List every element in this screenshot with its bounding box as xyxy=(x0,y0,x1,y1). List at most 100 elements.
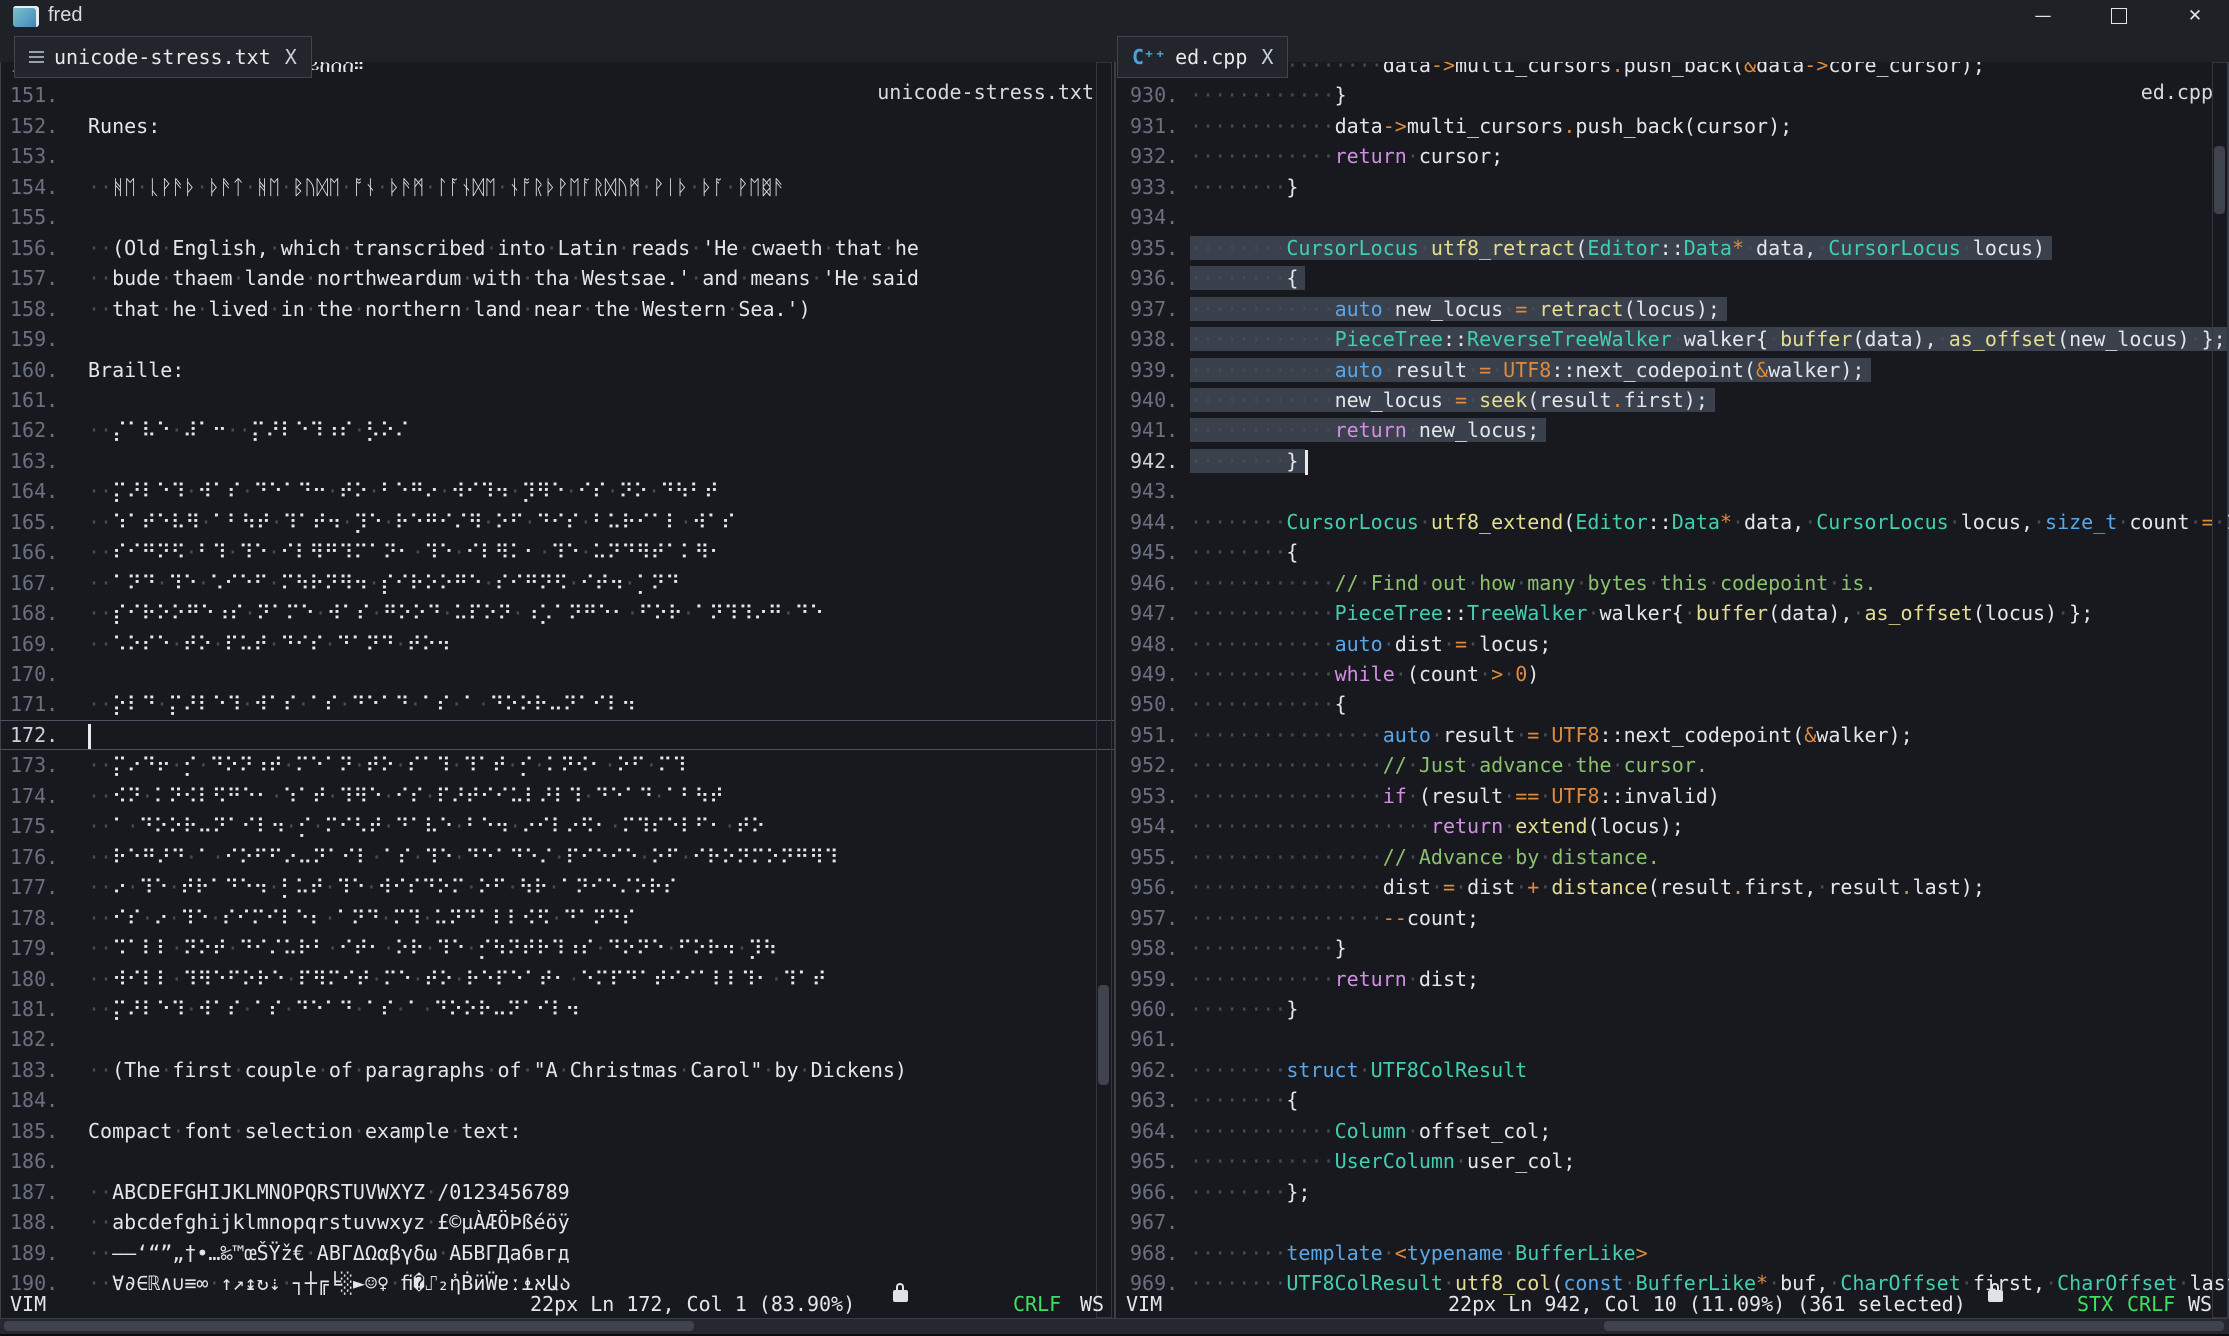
code-line[interactable]: 955.················//·Advance·by·distan… xyxy=(1114,842,2229,872)
eol-indicator[interactable]: CRLF xyxy=(1013,1290,1061,1318)
code-line[interactable]: 949.············while·(count·>·0) xyxy=(1114,659,2229,689)
code-line[interactable]: 957.················--count; xyxy=(1114,903,2229,933)
code-line[interactable]: 166.··⠎⠊⠛⠝⠫·⠃⠹·⠹⠑·⠊⠇⠻⠛⠹⠍⠁⠝⠂·⠹⠑·⠊⠇⠻⠅⠂·⠹⠑·… xyxy=(0,537,1114,567)
code-line[interactable]: 178.··⠊⠎·⠔·⠹⠑·⠎⠊⠍⠊⠇⠑⠆·⠁⠝⠙·⠍⠹·⠥⠝⠙⠁⠇⠇⠪⠫·⠙⠁… xyxy=(0,903,1114,933)
pane-divider[interactable] xyxy=(1114,33,1116,1333)
code-line[interactable]: 156.··(Old·English,·which·transcribed·in… xyxy=(0,233,1114,263)
horizontal-scrollbar-thumb-left[interactable] xyxy=(4,1321,694,1331)
editor-pane-right[interactable]: 929.················data->multi_cursors.… xyxy=(1114,0,2229,1336)
code-line[interactable]: 173.··⡍⠔⠙⠖·⡊·⠙⠕⠝⠰⠞·⠍⠑⠁⠝·⠞⠕·⠎⠁⠹·⠹⠁⠞·⡊·⠅⠝⠪… xyxy=(0,750,1114,780)
code-line[interactable]: 161. xyxy=(0,385,1114,415)
close-button[interactable]: ✕ xyxy=(2172,0,2218,32)
code-line[interactable]: 966.········}; xyxy=(1114,1177,2229,1207)
code-line[interactable]: 186. xyxy=(0,1146,1114,1176)
code-line[interactable]: 954.····················return·extend(lo… xyxy=(1114,811,2229,841)
code-line[interactable]: 956.················dist·=·dist·+·distan… xyxy=(1114,872,2229,902)
code-line[interactable]: 184. xyxy=(0,1085,1114,1115)
code-line[interactable]: 960.········} xyxy=(1114,994,2229,1024)
code-line[interactable]: 162.··⡌⠁⠧⠑·⠼⠁⠒··⡍⠜⠇⠑⠹⠰⠎·⡣⠕⠌ xyxy=(0,415,1114,445)
code-line[interactable]: 155. xyxy=(0,202,1114,232)
code-line[interactable]: 189.··–—‘“”„†•…‰™œŠŸž€·ΑΒΓΔΩαβγδω·АБВГДа… xyxy=(0,1238,1114,1268)
code-line[interactable]: 174.··⠪⠝·⠅⠝⠪⠇⠫⠛⠑⠂·⠱⠁⠞·⠹⠻⠑·⠊⠎·⠏⠜⠞⠊⠊⠥⠇⠜⠇⠹·… xyxy=(0,781,1114,811)
code-line[interactable]: 160.Braille: xyxy=(0,355,1114,385)
code-line[interactable]: 945.········{ xyxy=(1114,537,2229,567)
code-line[interactable]: 165.··⠱⠁⠞⠑⠧⠻·⠁⠃⠳⠞·⠹⠁⠞⠲·⡹⠑·⠗⠑⠛⠊⠌⠻·⠕⠋·⠙⠊⠎·… xyxy=(0,507,1114,537)
line-content: ··⠊⠎·⠔·⠹⠑·⠎⠊⠍⠊⠇⠑⠆·⠁⠝⠙·⠍⠹·⠥⠝⠙⠁⠇⠇⠪⠫·⠙⠁⠝⠙⠎ xyxy=(88,903,1114,933)
code-line[interactable]: 180.··⠺⠊⠇⠇·⠹⠻⠑⠋⠕⠗⠑·⠏⠻⠍⠊⠞·⠍⠑·⠞⠕·⠗⠑⠏⠑⠁⠞⠂·⠑… xyxy=(0,964,1114,994)
code-line[interactable]: 931.············data->multi_cursors.push… xyxy=(1114,111,2229,141)
code-line[interactable]: 962.········struct·UTF8ColResult xyxy=(1114,1055,2229,1085)
code-line[interactable]: 153. xyxy=(0,141,1114,171)
maximize-button[interactable] xyxy=(2096,0,2142,32)
code-line[interactable]: 167.··⠁⠝⠙·⠹⠑·⠡⠊⠑⠋·⠍⠳⠗⠝⠻⠲·⡎⠊⠗⠕⠕⠛⠑·⠎⠊⠛⠝⠫·⠊… xyxy=(0,568,1114,598)
code-line[interactable]: 958.············} xyxy=(1114,933,2229,963)
code-line[interactable]: 932.············return·cursor; xyxy=(1114,141,2229,171)
code-line[interactable]: 939.············auto·result·=·UTF8::next… xyxy=(1114,355,2229,385)
code-line[interactable]: 938.············PieceTree::ReverseTreeWa… xyxy=(1114,324,2229,354)
code-line[interactable]: 935.········CursorLocus·utf8_retract(Edi… xyxy=(1114,233,2229,263)
code-line[interactable]: 950.············{ xyxy=(1114,689,2229,719)
code-line[interactable]: 951.················auto·result·=·UTF8::… xyxy=(1114,720,2229,750)
code-line[interactable]: 934. xyxy=(1114,202,2229,232)
code-line[interactable]: 959.············return·dist; xyxy=(1114,964,2229,994)
vertical-scrollbar-track-right[interactable] xyxy=(2212,62,2228,1318)
tab-ed-cpp[interactable]: C⁺⁺ ed.cpp X xyxy=(1117,36,1288,78)
code-line[interactable]: 176.··⠗⠑⠛⠜⠙·⠁·⠊⠕⠋⠋⠔⠤⠝⠁⠊⠇·⠁⠎·⠹⠑·⠙⠑⠁⠙⠑⠌·⠏⠊… xyxy=(0,842,1114,872)
code-line[interactable]: 937.············auto·new_locus·=·retract… xyxy=(1114,294,2229,324)
eol-indicator[interactable]: CRLF xyxy=(2127,1290,2175,1318)
line-content: ··⠁·⠙⠕⠕⠗⠤⠝⠁⠊⠇⠲·⡊·⠍⠊⠣⠞·⠙⠁⠧⠑·⠃⠑⠲·⠔⠊⠇⠔⠫⠂·⠍⠹… xyxy=(88,811,1114,841)
code-line[interactable]: 940.············new_locus·=·seek(result.… xyxy=(1114,385,2229,415)
code-line[interactable]: 947.············PieceTree::TreeWalker·wa… xyxy=(1114,598,2229,628)
code-line[interactable]: 183.··(The·first·couple·of·paragraphs·of… xyxy=(0,1055,1114,1085)
whitespace-indicator[interactable]: WS xyxy=(1080,1290,1104,1318)
code-line[interactable]: 182. xyxy=(0,1024,1114,1054)
code-line[interactable]: 181.··⡍⠜⠇⠑⠹·⠺⠁⠎·⠁⠎·⠙⠑⠁⠙·⠁⠎·⠁·⠙⠕⠕⠗⠤⠝⠁⠊⠇⠲ xyxy=(0,994,1114,1024)
code-line[interactable]: 941.············return·new_locus; xyxy=(1114,415,2229,445)
code-line[interactable]: 152.Runes: xyxy=(0,111,1114,141)
code-line[interactable]: 159. xyxy=(0,324,1114,354)
code-line[interactable]: 964.············Column·offset_col; xyxy=(1114,1116,2229,1146)
code-line[interactable]: 175.··⠁·⠙⠕⠕⠗⠤⠝⠁⠊⠇⠲·⡊·⠍⠊⠣⠞·⠙⠁⠧⠑·⠃⠑⠲·⠔⠊⠇⠔⠫… xyxy=(0,811,1114,841)
code-line[interactable]: 967. xyxy=(1114,1207,2229,1237)
code-line[interactable]: 171.··⡕⠇⠙·⡍⠜⠇⠑⠹·⠺⠁⠎·⠁⠎·⠙⠑⠁⠙·⠁⠎·⠁·⠙⠕⠕⠗⠤⠝⠁… xyxy=(0,689,1114,719)
code-line[interactable]: 944.········CursorLocus·utf8_extend(Edit… xyxy=(1114,507,2229,537)
code-line[interactable]: 188.··abcdefghijklmnopqrstuvwxyz·£©µÀÆÖÞ… xyxy=(0,1207,1114,1237)
code-line[interactable]: 968.········template·<typename·BufferLik… xyxy=(1114,1238,2229,1268)
code-line[interactable]: 170. xyxy=(0,659,1114,689)
code-line[interactable]: 952.················//·Just·advance·the·… xyxy=(1114,750,2229,780)
code-line[interactable]: 963.········{ xyxy=(1114,1085,2229,1115)
code-line[interactable]: 946.············//·Find·out·how·many·byt… xyxy=(1114,568,2229,598)
code-line[interactable]: 163. xyxy=(0,446,1114,476)
code-line[interactable]: 936.········{ xyxy=(1114,263,2229,293)
code-line[interactable]: 172. xyxy=(0,720,1114,750)
title-bar[interactable]: fred — ✕ xyxy=(0,0,2229,33)
horizontal-scrollbar-thumb-right[interactable] xyxy=(1604,1321,2224,1331)
code-line[interactable]: 164.··⡍⠜⠇⠑⠹·⠺⠁⠎·⠙⠑⠁⠙⠒·⠞⠕·⠃⠑⠛⠔·⠺⠊⠹⠲·⡹⠻⠑·⠊… xyxy=(0,476,1114,506)
code-line[interactable]: 943. xyxy=(1114,476,2229,506)
tab-close-icon[interactable]: X xyxy=(1261,45,1273,69)
code-line[interactable]: 157.··bude·thaem·lande·northweardum·with… xyxy=(0,263,1114,293)
tab-unicode-stress[interactable]: unicode-stress.txt X xyxy=(14,36,312,78)
code-line[interactable]: 953.················if·(result·==·UTF8::… xyxy=(1114,781,2229,811)
vertical-scrollbar-track-left[interactable] xyxy=(1096,62,1112,1318)
whitespace-indicator[interactable]: WS xyxy=(2188,1290,2212,1318)
code-line[interactable]: 942.········} xyxy=(1114,446,2229,476)
code-line[interactable]: 168.··⡎⠊⠗⠕⠕⠛⠑⠰⠎·⠝⠁⠍⠑·⠺⠁⠎·⠛⠕⠕⠙·⠥⠏⠕⠝·⠰⡡⠁⠝⠛… xyxy=(0,598,1114,628)
code-line[interactable]: 185.Compact·font·selection·example·text: xyxy=(0,1116,1114,1146)
tab-close-icon[interactable]: X xyxy=(285,45,297,69)
code-line[interactable]: 948.············auto·dist·=·locus; xyxy=(1114,629,2229,659)
code-line[interactable]: 961. xyxy=(1114,1024,2229,1054)
vertical-scrollbar-thumb-right[interactable] xyxy=(2214,146,2225,214)
code-line[interactable]: 187.··ABCDEFGHIJKLMNOPQRSTUVWXYZ·/012345… xyxy=(0,1177,1114,1207)
code-line[interactable]: 933.········} xyxy=(1114,172,2229,202)
code-line[interactable]: 158.··that·he·lived·in·the·northern·land… xyxy=(0,294,1114,324)
code-line[interactable]: 179.··⠩⠁⠇⠇·⠝⠕⠞·⠙⠊⠌⠥⠗⠃·⠊⠞⠂·⠕⠗·⠹⠑·⡊⠳⠝⠞⠗⠹⠰⠎… xyxy=(0,933,1114,963)
code-line[interactable]: 154.··ᚻᛖ·ᚳᚹᚫᚦ·ᚦᚫᛏ·ᚻᛖ·ᛒᚢᛞᛖ·ᚩᚾ·ᚦᚫᛗ·ᛚᚪᚾᛞᛖ·ᚾ… xyxy=(0,172,1114,202)
code-line[interactable]: 177.··⠔·⠹⠑·⠞⠗⠁⠙⠑⠲·⡃⠥⠞·⠹⠑·⠺⠊⠎⠙⠕⠍·⠕⠋·⠳⠗·⠁⠝… xyxy=(0,872,1114,902)
editor-pane-left[interactable]: 150.··ሰማይ·አይታረስ·ንጉሥ·አይከሰስ።151.152.Runes:… xyxy=(0,0,1114,1336)
code-line[interactable]: 965.············UserColumn·user_col; xyxy=(1114,1146,2229,1176)
minimize-button[interactable]: — xyxy=(2020,0,2066,32)
encoding-indicator[interactable]: STX xyxy=(2077,1290,2113,1318)
vertical-scrollbar-thumb-left[interactable] xyxy=(1098,985,1109,1085)
code-line[interactable]: 169.··⠡⠕⠎⠑·⠞⠕·⠏⠥⠞·⠙⠊⠎·⠙⠁⠝⠙·⠞⠕⠲ xyxy=(0,629,1114,659)
